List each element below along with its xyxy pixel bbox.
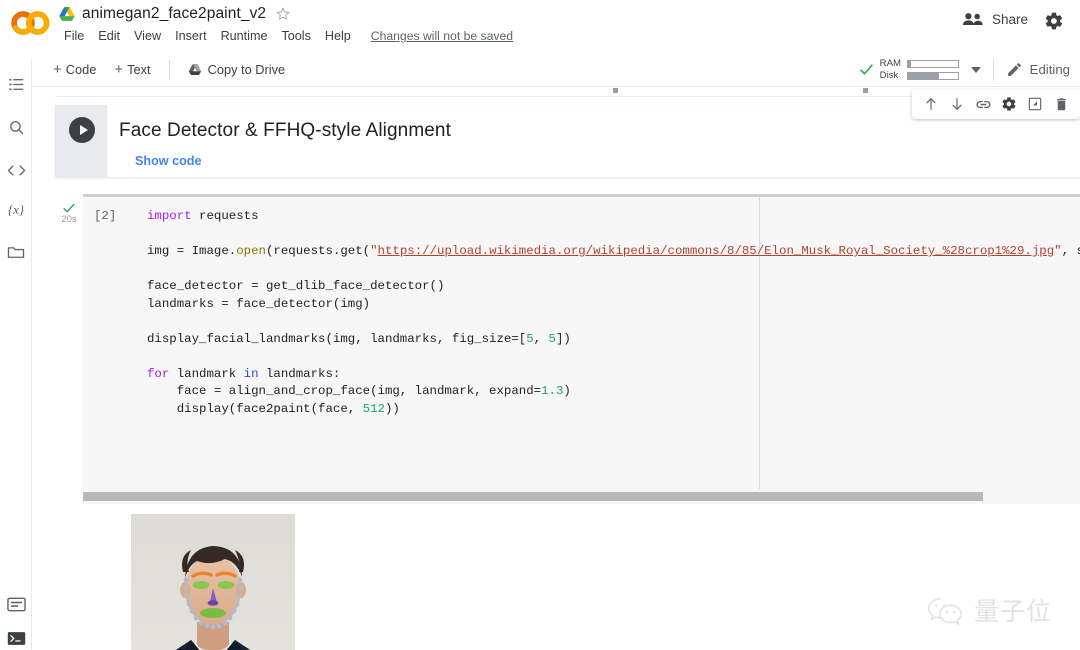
drive-icon [188, 63, 201, 76]
green-check-icon [859, 64, 873, 75]
play-button-icon[interactable] [69, 117, 95, 143]
toolbar-divider [992, 58, 994, 81]
sidebar-item-code-snippets[interactable] [0, 154, 32, 186]
command-palette-icon [6, 597, 26, 611]
move-cell-down-icon[interactable] [944, 91, 970, 117]
menu-runtime[interactable]: Runtime [214, 27, 275, 45]
cell-execution-status: 20s [55, 202, 83, 225]
code-line: face_detector = get_dlib_face_detector() [147, 279, 445, 293]
pencil-icon [1007, 63, 1021, 76]
add-code-label: Code [65, 62, 97, 77]
variables-icon: {x} [7, 202, 25, 217]
code-line: import requests [147, 209, 259, 223]
people-icon [962, 13, 983, 25]
cell-output [103, 514, 403, 650]
menu-view[interactable]: View [127, 27, 168, 45]
watermark-text: 量子位 [973, 597, 1052, 626]
add-text-label: Text [127, 62, 151, 77]
menu-help[interactable]: Help [318, 27, 358, 45]
execution-time: 20s [61, 214, 77, 225]
copy-to-drive-button[interactable]: Copy to Drive [179, 59, 295, 80]
gear-icon[interactable] [1044, 11, 1064, 31]
code-brackets-icon [7, 164, 25, 176]
share-label: Share [991, 11, 1028, 27]
cell-heading: Face Detector & FFHQ-style Alignment [119, 120, 451, 141]
code-line: face = align_and_crop_face(img, landmark… [147, 384, 571, 398]
ram-label: RAM [879, 57, 901, 69]
code-line: display(face2paint(face, 512)) [147, 401, 400, 416]
sidebar-item-table-of-contents[interactable] [0, 68, 32, 100]
code-line: for landmark in landmarks: [147, 366, 341, 381]
link-to-cell-icon[interactable] [970, 91, 996, 117]
menu-insert[interactable]: Insert [168, 27, 214, 45]
copy-cell-icon[interactable] [1022, 91, 1048, 117]
landmark-visualization [131, 514, 295, 650]
sidebar-item-find-replace[interactable] [0, 111, 32, 143]
add-text-cell-button[interactable]: + Text [105, 58, 159, 81]
portrait-with-facial-landmarks [131, 514, 295, 650]
code-line: landmarks = face_detector(img) [147, 296, 371, 311]
caret-down-icon[interactable] [970, 66, 981, 73]
sidebar-item-command-palette[interactable] [0, 588, 32, 620]
menu-file[interactable]: File [60, 27, 91, 45]
cell-gutter [55, 105, 107, 177]
left-sidebar: {x} [0, 60, 32, 650]
colab-logo[interactable] [10, 8, 54, 38]
show-code-link[interactable]: Show code [135, 154, 201, 168]
add-code-cell-button[interactable]: + Code [44, 58, 105, 81]
cell-settings-gear-icon[interactable] [996, 91, 1022, 117]
folder-icon [7, 247, 25, 258]
notebook-canvas: Face Detector & FFHQ-style Alignment Sho… [33, 87, 1080, 650]
search-icon [9, 120, 23, 134]
code-line: display_facial_landmarks(img, landmarks,… [147, 331, 571, 346]
menu-edit[interactable]: Edit [91, 27, 127, 45]
notebook-title-row[interactable]: animegan2_face2paint_v2 [58, 3, 291, 25]
plus-icon: + [53, 61, 62, 78]
green-check-icon [63, 203, 75, 213]
disk-label: Disk [879, 69, 899, 81]
menu-bar: File Edit View Insert Runtime Tools Help… [60, 27, 513, 45]
watermark: 量子位 [925, 592, 1052, 628]
editing-mode-button[interactable]: Editing [1006, 61, 1070, 78]
star-outline-icon[interactable] [275, 6, 291, 22]
copy-to-drive-label: Copy to Drive [207, 62, 286, 77]
move-cell-up-icon[interactable] [918, 91, 944, 117]
toolbar-divider [168, 59, 170, 80]
cell-action-toolbar[interactable] [912, 89, 1080, 119]
save-status-note[interactable]: Changes will not be saved [371, 29, 513, 43]
sidebar-item-files[interactable] [0, 236, 32, 268]
top-bar: animegan2_face2paint_v2 File Edit View I… [0, 0, 1080, 52]
editing-label: Editing [1029, 62, 1070, 77]
code-line: img = Image.open(requests.get("https://u… [147, 244, 1080, 258]
code-source[interactable]: import requests img = Image.open(request… [147, 208, 1080, 418]
sidebar-item-variables[interactable]: {x} [0, 194, 32, 226]
code-cell[interactable]: 20s [2] import requests img = Image.open… [55, 194, 1080, 504]
google-drive-icon [59, 7, 75, 21]
terminal-icon [7, 631, 25, 645]
ram-bar [906, 59, 959, 68]
code-horizontal-scrollbar[interactable] [83, 492, 983, 501]
list-icon [8, 78, 23, 90]
sidebar-item-terminal[interactable] [0, 622, 32, 650]
code-editor-area[interactable]: [2] import requests img = Image.open(req… [83, 194, 1080, 504]
notebook-toolbar: + Code + Text Copy to Drive RAM Disk Edi… [0, 52, 1080, 87]
execution-count: [2] [94, 209, 117, 223]
share-button[interactable]: Share [962, 11, 1028, 27]
disk-bar [906, 71, 959, 80]
menu-tools[interactable]: Tools [274, 27, 317, 45]
delete-cell-icon[interactable] [1048, 91, 1074, 117]
resource-meters[interactable]: RAM Disk [880, 58, 959, 82]
page-title: animegan2_face2paint_v2 [82, 5, 267, 22]
plus-icon: + [114, 61, 124, 78]
colab-window: animegan2_face2paint_v2 File Edit View I… [0, 0, 1080, 650]
wechat-bubbles-icon [927, 598, 963, 625]
